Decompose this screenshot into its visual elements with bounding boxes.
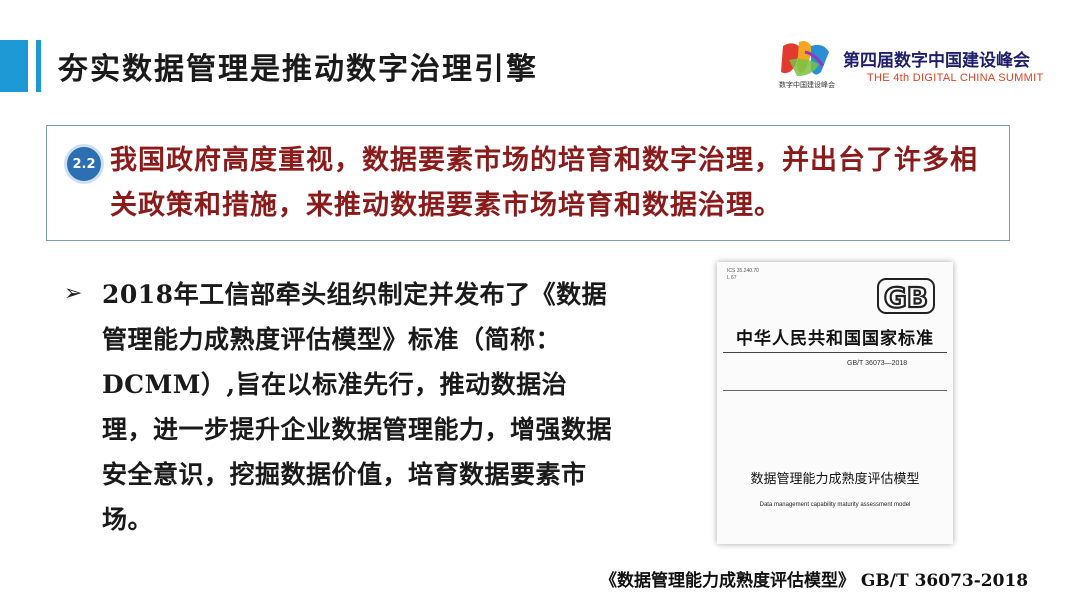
summit-logo: 数字中国建设峰会 第四届数字中国建设峰会 THE 4th DIGITAL CHI… xyxy=(775,36,1060,96)
doc-ccs: L 67 xyxy=(727,275,737,281)
standard-document-cover: ICS 35.240.70 L 67 GB 中华人民共和国国家标准 GB/T 3… xyxy=(717,262,953,544)
doc-title-cn: 数据管理能力成熟度评估模型 xyxy=(750,472,920,487)
doc-title-en: Data management capability maturity asse… xyxy=(759,502,911,508)
logo-mark-text: 数字中国建设峰会 xyxy=(779,81,835,89)
summit-title-cn: 第四届数字中国建设峰会 xyxy=(843,51,1030,71)
doc-ics-code: ICS 35.240.70 L 67 xyxy=(727,268,759,282)
gb-standard-logo-icon: GB xyxy=(877,278,935,314)
doc-divider xyxy=(723,352,947,353)
document-caption: 《数据管理能力成熟度评估模型》 GB/T 36073-2018 xyxy=(600,571,1029,591)
bullet-arrow-icon: ➢ xyxy=(64,281,83,306)
summit-title-en: THE 4th DIGITAL CHINA SUMMIT xyxy=(867,72,1044,84)
title-accent-bar-thin xyxy=(36,40,41,92)
gb-logo-text: GB xyxy=(884,281,928,314)
bullet-text: 2018年工信部牵头组织制定并发布了《数据管理能力成熟度评估模型》标准（简称：D… xyxy=(102,280,613,534)
section-number-badge: 2.2 xyxy=(64,144,104,184)
doc-standard-code: GB/T 36073—2018 xyxy=(847,360,908,367)
doc-divider-2 xyxy=(723,390,947,391)
page-title: 夯实数据管理是推动数字治理引擎 xyxy=(58,52,538,87)
title-accent-bar xyxy=(0,40,28,92)
highlight-text: 我国政府高度重视，数据要素市场的培育和数字治理，并出台了许多相关政策和措施，来推… xyxy=(110,145,978,221)
doc-country-standard: 中华人民共和国国家标准 xyxy=(736,329,934,349)
doc-ics: ICS 35.240.70 xyxy=(727,268,759,274)
